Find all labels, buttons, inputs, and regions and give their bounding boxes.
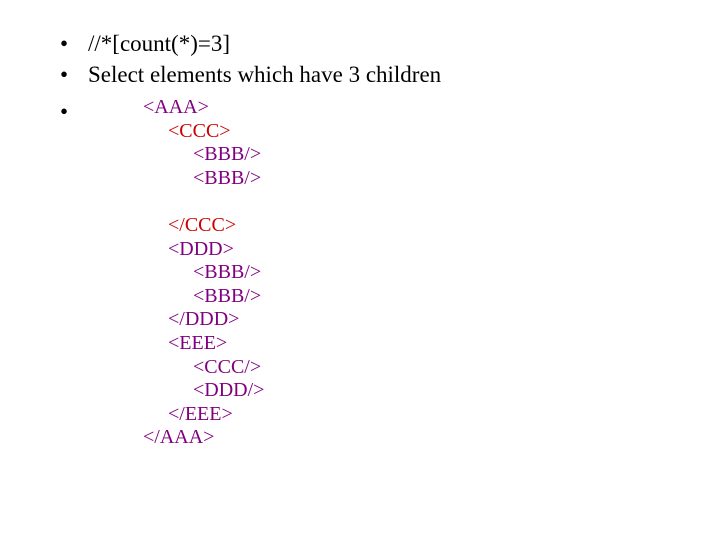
code-line: <CCC/> xyxy=(143,356,720,380)
bullet-item-xpath: //*[count(*)=3] xyxy=(60,28,720,59)
bullet-item-description: Select elements which have 3 children xyxy=(60,59,720,90)
bullet-item-code: <AAA> <CCC> <BBB/> <BBB/> </CCC> <DDD> <… xyxy=(60,96,720,450)
code-line: </CCC> xyxy=(143,214,720,238)
bullet-list: //*[count(*)=3] Select elements which ha… xyxy=(60,28,720,450)
xml-code-block: <AAA> <CCC> <BBB/> <BBB/> </CCC> <DDD> <… xyxy=(143,96,720,450)
code-line: <BBB/> xyxy=(143,143,720,167)
code-line: <DDD/> xyxy=(143,379,720,403)
xpath-expression: //*[count(*)=3] xyxy=(88,31,230,56)
code-line: <BBB/> xyxy=(143,261,720,285)
code-line: </EEE> xyxy=(143,403,720,427)
description-text: Select elements which have 3 children xyxy=(88,62,441,87)
code-line: <BBB/> xyxy=(143,285,720,309)
code-line: <AAA> xyxy=(143,96,720,120)
code-line: </AAA> xyxy=(143,426,720,450)
code-line: <CCC> xyxy=(143,120,720,144)
code-line: <DDD> xyxy=(143,238,720,262)
code-line xyxy=(143,190,720,214)
code-line: </DDD> xyxy=(143,308,720,332)
code-line: <EEE> xyxy=(143,332,720,356)
code-line: <BBB/> xyxy=(143,167,720,191)
